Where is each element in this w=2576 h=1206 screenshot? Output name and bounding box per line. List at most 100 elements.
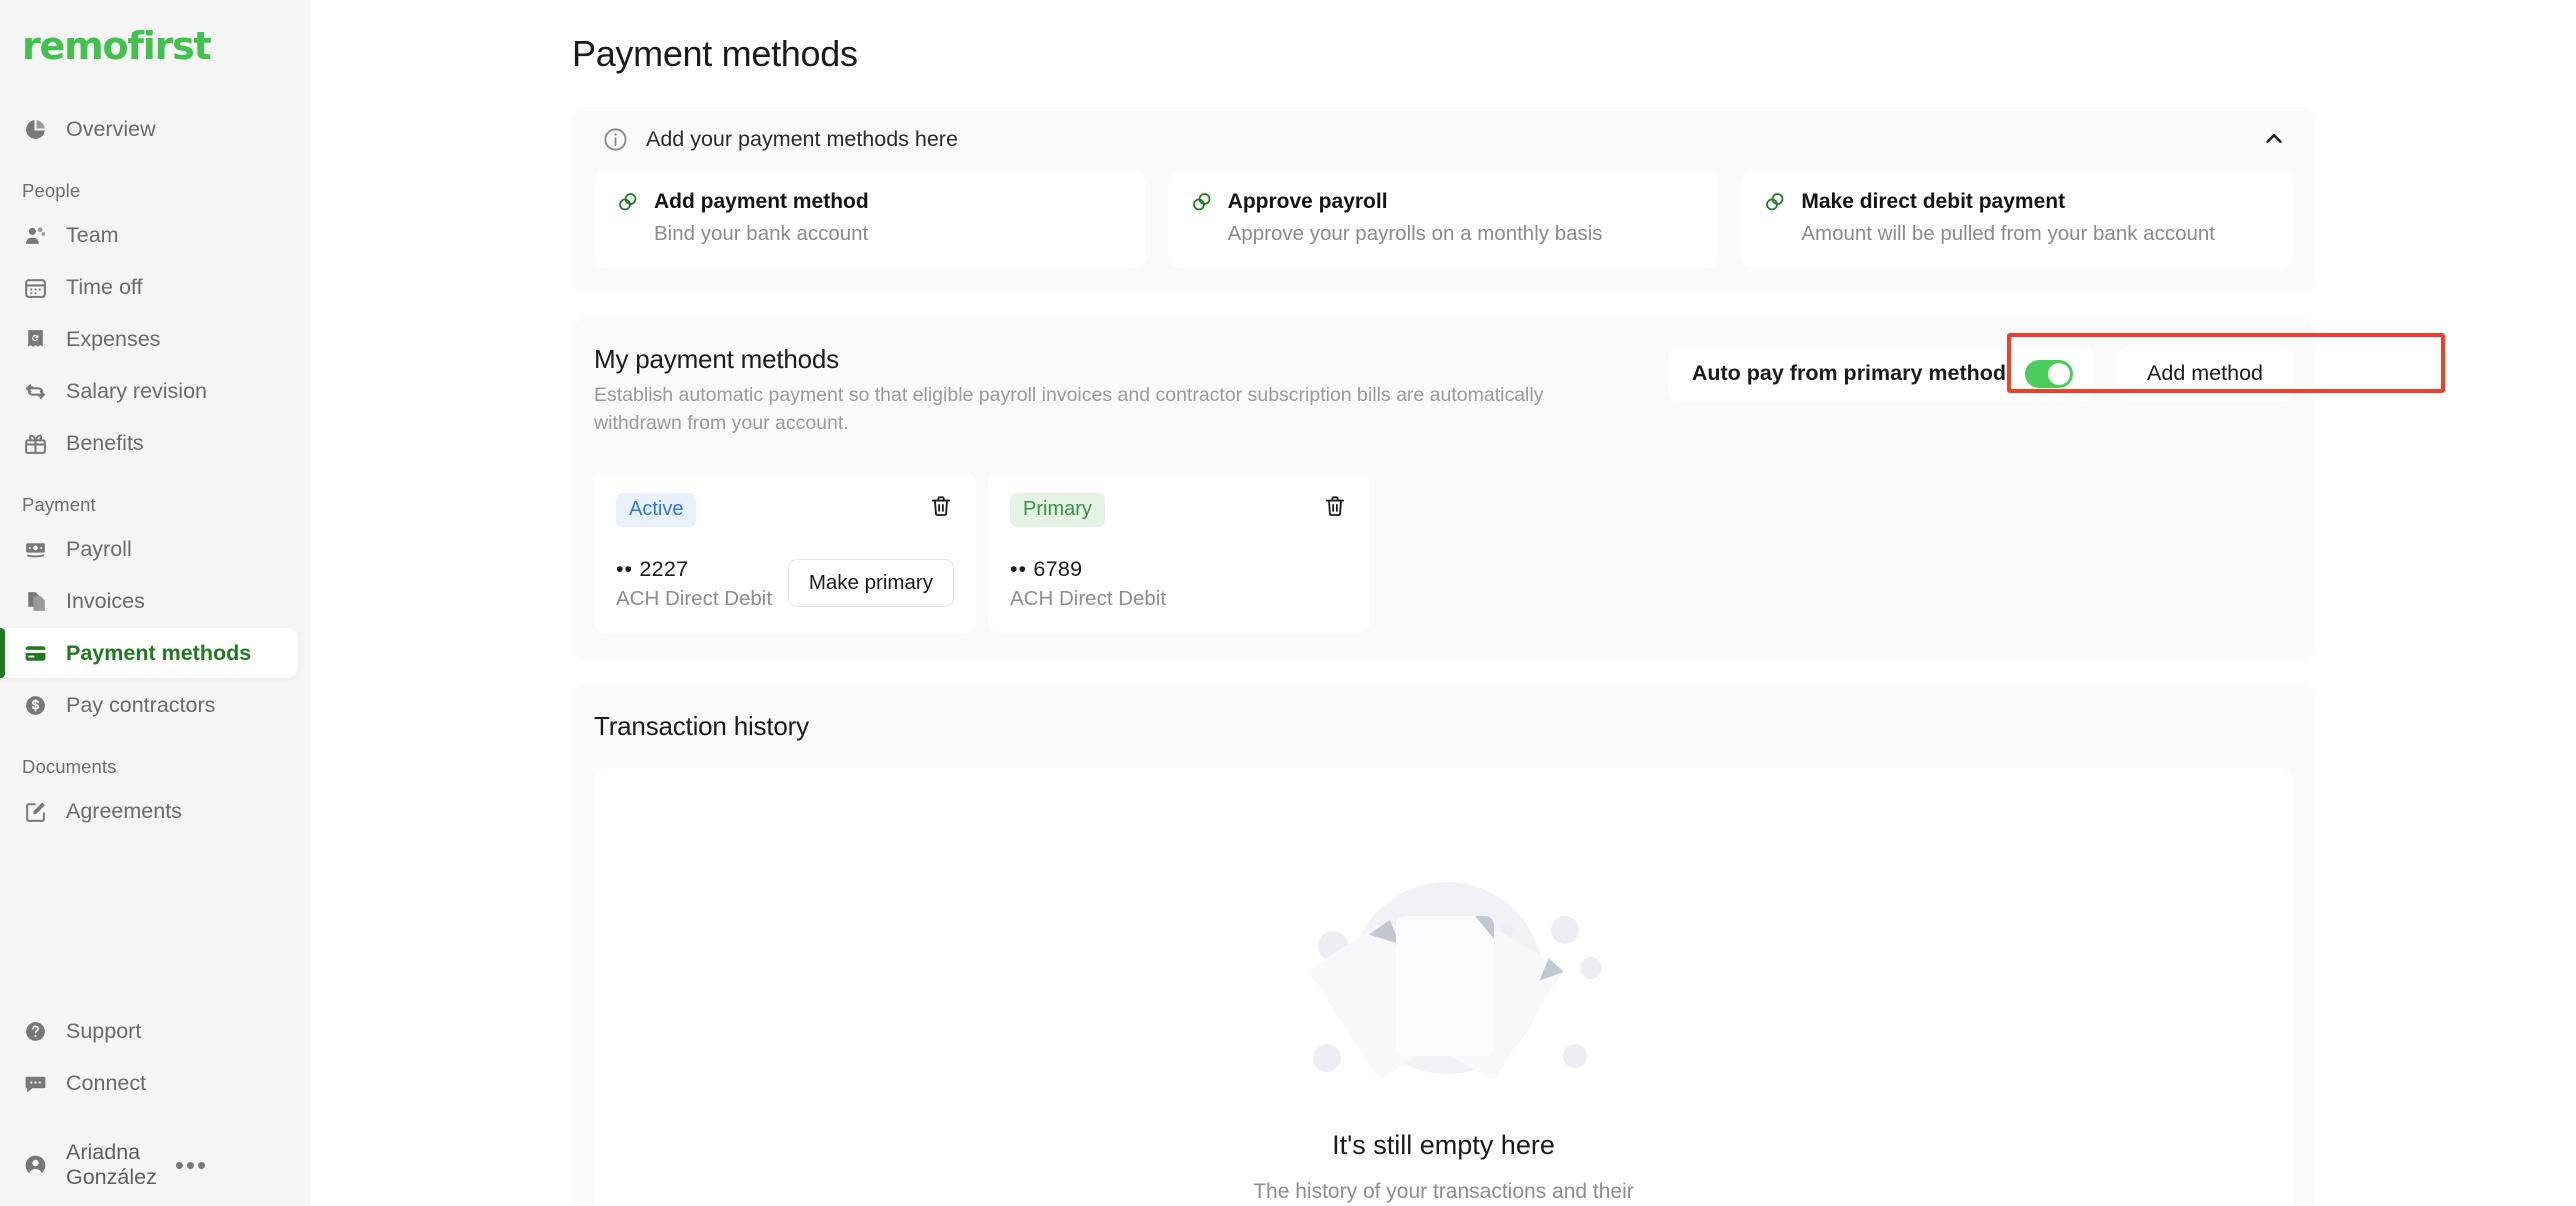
dollar-circle-icon — [22, 692, 48, 718]
sidebar-item-salary-revision[interactable]: Salary revision — [0, 366, 298, 416]
banner-card-subtitle: Approve your payrolls on a monthly basis — [1228, 222, 1696, 246]
user-name: Ariadna González — [66, 1140, 157, 1190]
sidebar-group-people: People — [0, 180, 310, 202]
refresh-icon — [22, 378, 48, 404]
masked-dots: •• — [616, 557, 633, 581]
brand-logo[interactable]: remofirst — [22, 24, 310, 68]
auto-pay-switch[interactable] — [2025, 360, 2073, 388]
transaction-history-section: Transaction history — [572, 685, 2315, 1206]
sidebar-item-payroll[interactable]: Payroll — [0, 524, 298, 574]
documents-icon — [22, 588, 48, 614]
banner-header: Add your payment methods here — [572, 107, 2315, 171]
sidebar-item-pay-contractors[interactable]: Pay contractors — [0, 680, 298, 730]
user-profile[interactable]: Ariadna González ••• — [0, 1138, 310, 1192]
receipt-icon — [22, 326, 48, 352]
page-title: Payment methods — [572, 33, 2576, 75]
sidebar-item-label: Salary revision — [66, 379, 207, 404]
sidebar: remofirst Overview People Team Tim — [0, 0, 310, 1206]
empty-state-title: It's still empty here — [1332, 1130, 1555, 1161]
payment-method-type: ACH Direct Debit — [1010, 587, 1166, 611]
sidebar-group-documents: Documents — [0, 756, 310, 778]
card-number-masked: •• 6789 — [1010, 557, 1166, 582]
my-payment-methods-header: My payment methods Establish automatic p… — [594, 344, 2293, 437]
sidebar-item-label: Team — [66, 223, 119, 248]
empty-state-subtitle: The history of your transactions and the… — [1224, 1177, 1664, 1206]
banner-card-subtitle: Bind your bank account — [654, 222, 1122, 246]
payment-method-card-header: Active — [616, 493, 954, 527]
sidebar-item-connect[interactable]: Connect — [0, 1058, 298, 1108]
chat-bubble-icon — [22, 1070, 48, 1096]
sidebar-item-label: Expenses — [66, 327, 160, 352]
trash-icon[interactable] — [928, 493, 954, 519]
sidebar-item-label: Agreements — [66, 799, 182, 824]
banner-cards: Add payment method Bind your bank accoun… — [572, 171, 2315, 292]
user-menu-icon[interactable]: ••• — [175, 1160, 208, 1170]
banner-card-title: Make direct debit payment — [1801, 190, 2065, 214]
sidebar-nav-top: Overview People Team Time off Exp — [0, 102, 310, 838]
auto-pay-label: Auto pay from primary method — [1692, 361, 2006, 386]
card-last4: 6789 — [1033, 557, 1082, 581]
status-badge: Primary — [1010, 493, 1105, 527]
payment-method-type: ACH Direct Debit — [616, 587, 772, 611]
banner-card-approve-payroll[interactable]: Approve payroll Approve your payrolls on… — [1168, 171, 1720, 268]
people-icon — [22, 222, 48, 248]
sidebar-item-overview[interactable]: Overview — [0, 104, 298, 154]
empty-documents-icon — [1279, 846, 1609, 1116]
sidebar-group-payment: Payment — [0, 494, 310, 516]
banner-card-header: Approve payroll — [1190, 190, 1696, 214]
my-payment-methods-actions: Auto pay from primary method Add method — [1668, 344, 2293, 401]
main-content: Payment methods Add your payment methods… — [310, 0, 2576, 1206]
card-last4: 2227 — [639, 557, 688, 581]
sidebar-item-support[interactable]: Support — [0, 1006, 298, 1056]
payment-method-details: •• 6789 ACH Direct Debit — [1010, 557, 1166, 611]
banner-card-title: Add payment method — [654, 190, 869, 214]
sidebar-item-label: Connect — [66, 1071, 146, 1096]
sidebar-item-expenses[interactable]: Expenses — [0, 314, 298, 364]
auto-pay-toggle-container[interactable]: Auto pay from primary method — [1668, 347, 2093, 401]
pie-chart-icon — [22, 116, 48, 142]
question-circle-icon — [22, 1018, 48, 1044]
make-primary-button[interactable]: Make primary — [788, 559, 954, 607]
calendar-icon — [22, 274, 48, 300]
money-icon — [22, 536, 48, 562]
gift-icon — [22, 430, 48, 456]
link-circles-icon — [1190, 190, 1214, 214]
app-root: remofirst Overview People Team Tim — [0, 0, 2576, 1206]
link-circles-icon — [616, 190, 640, 214]
sidebar-item-invoices[interactable]: Invoices — [0, 576, 298, 626]
sidebar-item-label: Payment methods — [66, 641, 251, 666]
banner-card-header: Add payment method — [616, 190, 1122, 214]
chevron-up-icon[interactable] — [2257, 122, 2291, 156]
payment-method-cards: Active •• 2227 ACH Direct Debit Make pri… — [594, 473, 2293, 633]
sidebar-item-team[interactable]: Team — [0, 210, 298, 260]
section-title: Transaction history — [594, 711, 2293, 742]
edit-document-icon — [22, 798, 48, 824]
banner-card-subtitle: Amount will be pulled from your bank acc… — [1801, 222, 2269, 246]
sidebar-item-payment-methods[interactable]: Payment methods — [0, 628, 298, 678]
payment-method-card[interactable]: Primary •• 6789 ACH Direct Debit — [988, 473, 1370, 633]
banner-card-header: Make direct debit payment — [1763, 190, 2269, 214]
banner-card-title: Approve payroll — [1228, 190, 1388, 214]
sidebar-bottom: Support Connect Ariadna González ••• — [0, 1004, 310, 1206]
auto-pay-switch-knob — [2048, 363, 2070, 385]
payment-method-details: •• 2227 ACH Direct Debit — [616, 557, 772, 611]
info-icon — [602, 126, 629, 153]
onboarding-banner: Add your payment methods here Add paymen… — [572, 107, 2315, 292]
banner-title: Add your payment methods here — [646, 127, 958, 152]
payment-method-card-header: Primary — [1010, 493, 1348, 527]
add-method-button[interactable]: Add method — [2117, 346, 2293, 401]
transaction-history-empty-state: It's still empty here The history of you… — [594, 768, 2293, 1206]
sidebar-item-agreements[interactable]: Agreements — [0, 786, 298, 836]
my-payment-methods-section: My payment methods Establish automatic p… — [572, 318, 2315, 659]
avatar-icon — [22, 1152, 48, 1178]
sidebar-item-benefits[interactable]: Benefits — [0, 418, 298, 468]
payment-method-card[interactable]: Active •• 2227 ACH Direct Debit Make pri… — [594, 473, 976, 633]
sidebar-item-label: Overview — [66, 117, 156, 142]
banner-card-add-payment-method[interactable]: Add payment method Bind your bank accoun… — [594, 171, 1146, 268]
trash-icon[interactable] — [1322, 493, 1348, 519]
sidebar-item-time-off[interactable]: Time off — [0, 262, 298, 312]
banner-card-direct-debit[interactable]: Make direct debit payment Amount will be… — [1741, 171, 2293, 268]
sidebar-item-label: Time off — [66, 275, 142, 300]
section-title: My payment methods — [594, 344, 1594, 375]
my-payment-methods-heading-block: My payment methods Establish automatic p… — [594, 344, 1594, 437]
